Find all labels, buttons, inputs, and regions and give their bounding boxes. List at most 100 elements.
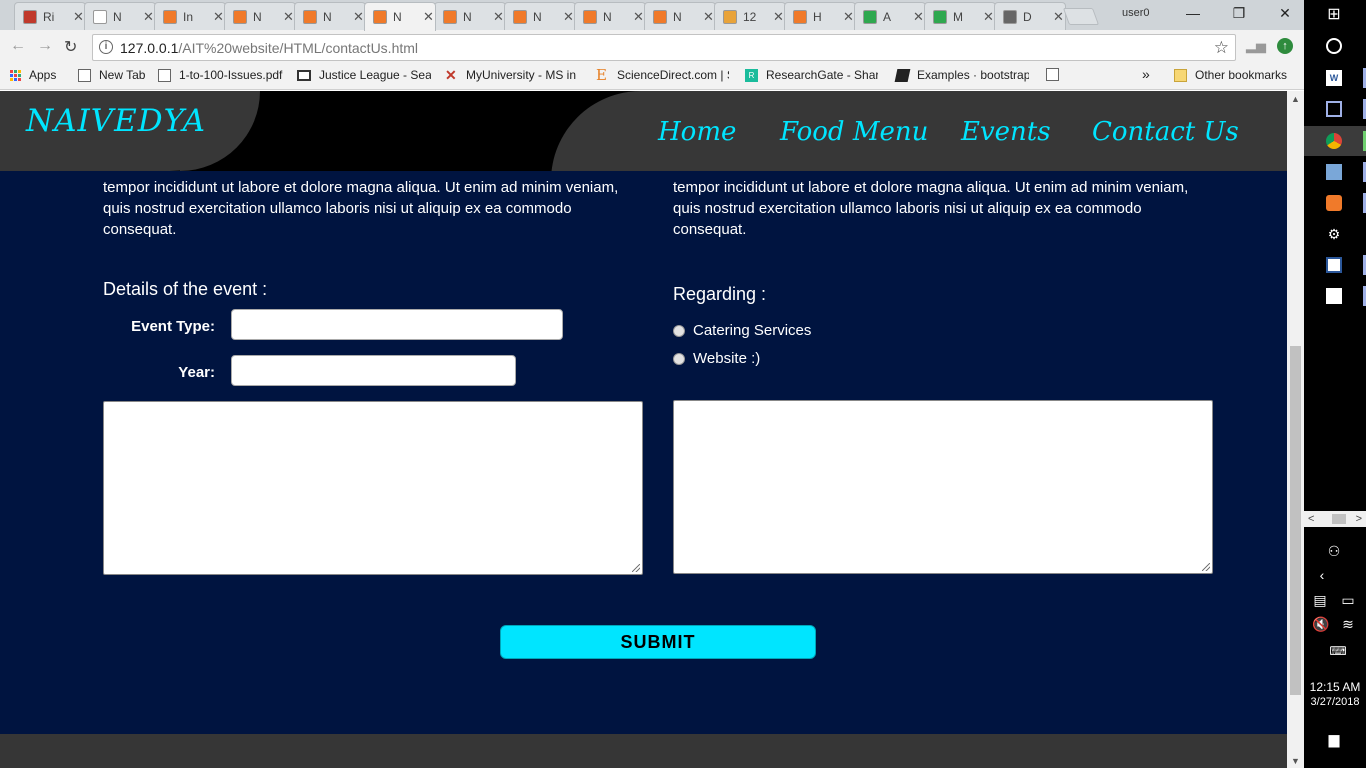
tab-favicon-icon xyxy=(93,9,107,24)
radio-website[interactable]: Website :) xyxy=(673,350,760,367)
browser-tab[interactable]: N ✕ xyxy=(574,2,646,30)
scroll-right-arrow-icon[interactable]: > xyxy=(1356,511,1362,527)
clock-date[interactable]: 3/27/2018 xyxy=(1304,696,1366,708)
close-window-icon[interactable]: ✕ xyxy=(1262,0,1308,28)
bookmark-myuniversity[interactable]: ✕ MyUniversity - MS in xyxy=(445,68,578,83)
tab-close-icon[interactable]: ✕ xyxy=(843,9,854,25)
taskbar-scrollbar[interactable]: < > xyxy=(1304,511,1366,527)
bookmark-researchgate[interactable]: R ResearchGate - Share xyxy=(745,68,878,82)
scrollbar-thumb[interactable] xyxy=(1290,346,1301,695)
tab-close-icon[interactable]: ✕ xyxy=(353,9,364,25)
taskview-icon[interactable]: ▤ xyxy=(1312,592,1328,608)
browser-tab[interactable]: N ✕ xyxy=(294,2,366,30)
photos-app-icon[interactable] xyxy=(1326,288,1342,304)
outlook-app-icon[interactable] xyxy=(1326,101,1342,117)
address-bar[interactable]: i 127.0.0.1/AIT%20website/HTML/contactUs… xyxy=(92,34,1236,61)
chrome-app-icon[interactable] xyxy=(1326,133,1342,149)
scroll-left-arrow-icon[interactable]: < xyxy=(1308,511,1314,527)
browser-tab[interactable]: N ✕ xyxy=(364,2,436,31)
bookmark-untitled[interactable] xyxy=(1046,68,1067,81)
resize-grip-icon[interactable] xyxy=(1202,563,1210,571)
radio-button-icon[interactable] xyxy=(673,324,685,337)
site-logo[interactable]: NAIVEDYA xyxy=(26,103,206,139)
tab-close-icon[interactable]: ✕ xyxy=(633,9,644,25)
forward-arrow-icon[interactable]: → xyxy=(37,37,53,55)
resize-grip-icon[interactable] xyxy=(632,564,640,572)
browser-tab[interactable]: 12 ✕ xyxy=(714,2,786,30)
nav-food-menu[interactable]: Food Menu xyxy=(780,117,928,147)
browser-tab[interactable]: N ✕ xyxy=(644,2,716,30)
bookmark-sciencedirect[interactable]: E ScienceDirect.com | S xyxy=(596,67,729,82)
browser-tab[interactable]: N ✕ xyxy=(434,2,506,30)
scroll-up-arrow-icon[interactable]: ▲ xyxy=(1287,94,1304,104)
browser-tab[interactable]: A ✕ xyxy=(854,2,926,30)
browser-tab[interactable]: N ✕ xyxy=(504,2,576,30)
regarding-textarea[interactable] xyxy=(673,400,1213,574)
extension-chart-icon[interactable]: ▂▅ xyxy=(1246,38,1266,54)
action-center-icon[interactable]: ▆ xyxy=(1326,731,1342,747)
tab-favicon-icon xyxy=(233,9,247,24)
tab-close-icon[interactable]: ✕ xyxy=(143,9,154,25)
people-icon[interactable]: ⚇ xyxy=(1326,543,1342,559)
submit-button[interactable]: SUBMIT xyxy=(500,625,816,659)
tab-close-icon[interactable]: ✕ xyxy=(563,9,574,25)
event-details-textarea[interactable] xyxy=(103,401,643,575)
browser-tab[interactable]: Ri ✕ xyxy=(14,2,86,30)
tab-close-icon[interactable]: ✕ xyxy=(983,9,994,25)
windows-start-icon[interactable]: ⊞ xyxy=(1326,7,1342,23)
browser-tab[interactable]: M ✕ xyxy=(924,2,996,30)
minimize-window-icon[interactable]: — xyxy=(1170,0,1216,28)
nav-events[interactable]: Events xyxy=(961,117,1051,147)
battery-icon[interactable]: ▭ xyxy=(1340,592,1356,608)
wifi-icon[interactable]: ≋ xyxy=(1340,616,1356,632)
radio-catering-services[interactable]: Catering Services xyxy=(673,322,811,339)
keyboard-icon[interactable]: ⌨ xyxy=(1327,643,1349,659)
site-info-icon[interactable]: i xyxy=(99,40,113,54)
maximize-window-icon[interactable]: ❐ xyxy=(1216,0,1262,28)
tab-close-icon[interactable]: ✕ xyxy=(493,9,504,25)
bookmark-justice-league[interactable]: Justice League - Seas xyxy=(297,68,431,82)
chevron-left-icon[interactable]: ‹ xyxy=(1314,567,1330,583)
tab-close-icon[interactable]: ✕ xyxy=(1053,9,1064,25)
browser-tab[interactable]: N ✕ xyxy=(224,2,296,30)
browser-tab[interactable]: In ✕ xyxy=(154,2,226,30)
settings-gear-icon[interactable]: ⚙ xyxy=(1326,226,1342,242)
clock-time[interactable]: 12:15 AM xyxy=(1304,680,1366,694)
bookmarks-overflow-button[interactable]: » xyxy=(1142,66,1150,82)
bookmark-bootstrap[interactable]: Examples · bootstrap xyxy=(894,68,1029,82)
radio-button-icon[interactable] xyxy=(673,352,685,365)
bookmark-issues-pdf[interactable]: 1-to-100-Issues.pdf xyxy=(158,68,282,82)
browser-tab[interactable]: N ✕ xyxy=(84,2,156,30)
xampp-app-icon[interactable] xyxy=(1326,195,1342,211)
notepad-app-icon[interactable] xyxy=(1326,164,1342,180)
other-bookmarks[interactable]: Other bookmarks xyxy=(1174,68,1287,82)
new-tab-button[interactable] xyxy=(1062,8,1100,25)
tab-close-icon[interactable]: ✕ xyxy=(283,9,294,25)
event-type-input[interactable] xyxy=(231,309,563,340)
tab-close-icon[interactable]: ✕ xyxy=(423,9,434,25)
back-arrow-icon[interactable]: ← xyxy=(10,37,26,55)
browser-tab[interactable]: D ✕ xyxy=(994,2,1066,30)
tab-close-icon[interactable]: ✕ xyxy=(703,9,714,25)
bookmark-apps[interactable]: Apps xyxy=(10,68,56,82)
cortana-icon[interactable] xyxy=(1326,38,1342,54)
nav-home[interactable]: Home xyxy=(658,117,736,147)
store-app-icon[interactable] xyxy=(1326,257,1342,273)
reload-icon[interactable]: ↻ xyxy=(64,37,77,57)
volume-muted-icon[interactable]: 🔇 xyxy=(1312,616,1329,632)
nav-contact-us[interactable]: Contact Us xyxy=(1092,117,1239,147)
profile-user-label[interactable]: user0 xyxy=(1122,7,1150,19)
browser-tab[interactable]: H ✕ xyxy=(784,2,856,30)
tab-close-icon[interactable]: ✕ xyxy=(773,9,784,25)
tab-close-icon[interactable]: ✕ xyxy=(913,9,924,25)
extension-update-icon[interactable]: ↑ xyxy=(1277,38,1293,54)
bookmark-new-tab[interactable]: New Tab xyxy=(78,68,145,82)
word-app-icon[interactable]: W xyxy=(1326,70,1342,86)
bookmark-star-icon[interactable]: ☆ xyxy=(1214,38,1229,58)
tab-close-icon[interactable]: ✕ xyxy=(73,9,84,25)
scrollbar-thumb[interactable] xyxy=(1332,514,1346,524)
tab-close-icon[interactable]: ✕ xyxy=(213,9,224,25)
page-scrollbar[interactable]: ▲ ▼ xyxy=(1287,91,1304,768)
year-input[interactable] xyxy=(231,355,516,386)
scroll-down-arrow-icon[interactable]: ▼ xyxy=(1287,756,1304,766)
